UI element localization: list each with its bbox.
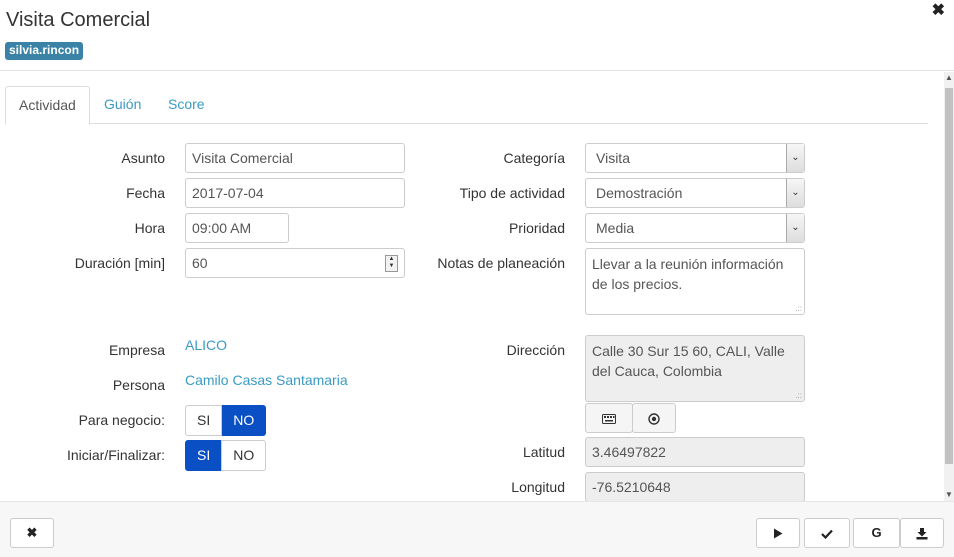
keyboard-button[interactable] xyxy=(585,403,633,433)
fecha-input[interactable]: 2017-07-04 xyxy=(185,178,405,208)
iniciar-toggle: SI NO xyxy=(185,440,267,471)
close-icon: ✖ xyxy=(26,525,38,540)
empresa-label: Empresa xyxy=(108,342,165,358)
iniciar-no[interactable]: NO xyxy=(221,440,267,471)
modal-header: Visita Comercial silvia.rincon ✖ xyxy=(0,0,954,71)
scroll-thumb[interactable] xyxy=(945,88,953,464)
duracion-input[interactable]: 60 ▲ ▼ xyxy=(185,248,405,278)
duracion-label: Duración [min] xyxy=(74,255,165,271)
page-title: Visita Comercial xyxy=(6,9,151,31)
notas-line-1: Llevar a la reunión información xyxy=(592,256,784,272)
prioridad-value: Media xyxy=(596,220,635,236)
check-icon xyxy=(821,529,833,539)
para-negocio-no[interactable]: NO xyxy=(222,405,267,436)
notas-label: Notas de planeación xyxy=(437,255,565,271)
google-button[interactable]: G xyxy=(853,518,900,548)
chevron-down-icon[interactable]: ⌄ xyxy=(786,214,804,242)
scroll-up-icon[interactable]: ▲ xyxy=(945,73,953,83)
prioridad-label: Prioridad xyxy=(508,220,565,236)
categoria-label: Categoría xyxy=(503,150,565,166)
play-button[interactable] xyxy=(756,518,800,548)
tab-score[interactable]: Score xyxy=(155,86,218,124)
resize-grip-icon[interactable]: .:: xyxy=(795,392,802,400)
resize-grip-icon[interactable]: .:: xyxy=(795,305,802,313)
latitud-label: Latitud xyxy=(522,444,565,460)
notas-textarea[interactable]: Llevar a la reunión información de los p… xyxy=(585,248,805,315)
fecha-label: Fecha xyxy=(126,185,165,201)
categoria-value: Visita xyxy=(596,150,630,166)
persona-link[interactable]: Camilo Casas Santamaria xyxy=(185,372,348,388)
empresa-link[interactable]: ALICO xyxy=(185,337,227,353)
direccion-textarea[interactable]: Calle 30 Sur 15 60, CALI, Valle del Cauc… xyxy=(585,335,805,402)
cancel-button[interactable]: ✖ xyxy=(10,518,54,548)
direccion-label: Dirección xyxy=(506,342,565,358)
hora-input[interactable]: 09:00 AM xyxy=(185,213,289,243)
asunto-input[interactable]: Visita Comercial xyxy=(185,143,405,173)
para-negocio-toggle: SI NO xyxy=(185,405,267,436)
chevron-down-icon[interactable]: ⌄ xyxy=(786,179,804,207)
scroll-down-icon[interactable]: ▼ xyxy=(945,490,953,500)
asunto-label: Asunto xyxy=(121,150,165,166)
tipo-select[interactable]: Demostración ⌄ xyxy=(585,178,805,208)
play-icon xyxy=(774,528,783,539)
spinner-icon[interactable]: ▲ ▼ xyxy=(385,255,398,272)
notas-line-2: de los precios. xyxy=(592,276,683,292)
duracion-value: 60 xyxy=(192,255,208,271)
categoria-select[interactable]: Visita ⌄ xyxy=(585,143,805,173)
prioridad-select[interactable]: Media ⌄ xyxy=(585,213,805,243)
hora-label: Hora xyxy=(134,220,165,236)
para-negocio-si[interactable]: SI xyxy=(185,405,223,436)
chevron-down-icon[interactable]: ⌄ xyxy=(786,144,804,172)
modal-body: Actividad Guión Score Asunto Visita Come… xyxy=(0,72,944,501)
iniciar-label: Iniciar/Finalizar: xyxy=(66,447,165,463)
tab-actividad[interactable]: Actividad xyxy=(5,86,90,125)
tab-guion[interactable]: Guión xyxy=(91,86,154,124)
tab-bar: Actividad Guión Score xyxy=(5,86,928,125)
direccion-line-1: Calle 30 Sur 15 60, CALI, Valle xyxy=(592,343,785,359)
close-icon[interactable]: ✖ xyxy=(932,0,945,20)
download-icon xyxy=(916,527,928,540)
save-button[interactable] xyxy=(804,518,850,548)
longitud-input[interactable]: -76.5210648 xyxy=(585,472,805,501)
modal-footer: ✖ G xyxy=(0,501,954,557)
persona-label: Persona xyxy=(112,377,165,393)
direccion-line-2: del Cauca, Colombia xyxy=(592,363,722,379)
tipo-value: Demostración xyxy=(596,185,683,201)
latitud-input[interactable]: 3.46497822 xyxy=(585,437,805,467)
longitud-label: Longitud xyxy=(511,479,565,495)
locate-button[interactable] xyxy=(632,403,676,433)
para-negocio-label: Para negocio: xyxy=(78,412,165,428)
download-button[interactable] xyxy=(900,518,944,548)
tipo-label: Tipo de actividad xyxy=(459,185,565,201)
locate-icon xyxy=(648,413,660,425)
vertical-scrollbar[interactable]: ▲ ▼ xyxy=(944,72,954,501)
iniciar-si[interactable]: SI xyxy=(185,440,222,471)
keyboard-icon xyxy=(602,413,616,424)
google-icon: G xyxy=(871,525,882,540)
user-badge: silvia.rincon xyxy=(5,42,84,60)
